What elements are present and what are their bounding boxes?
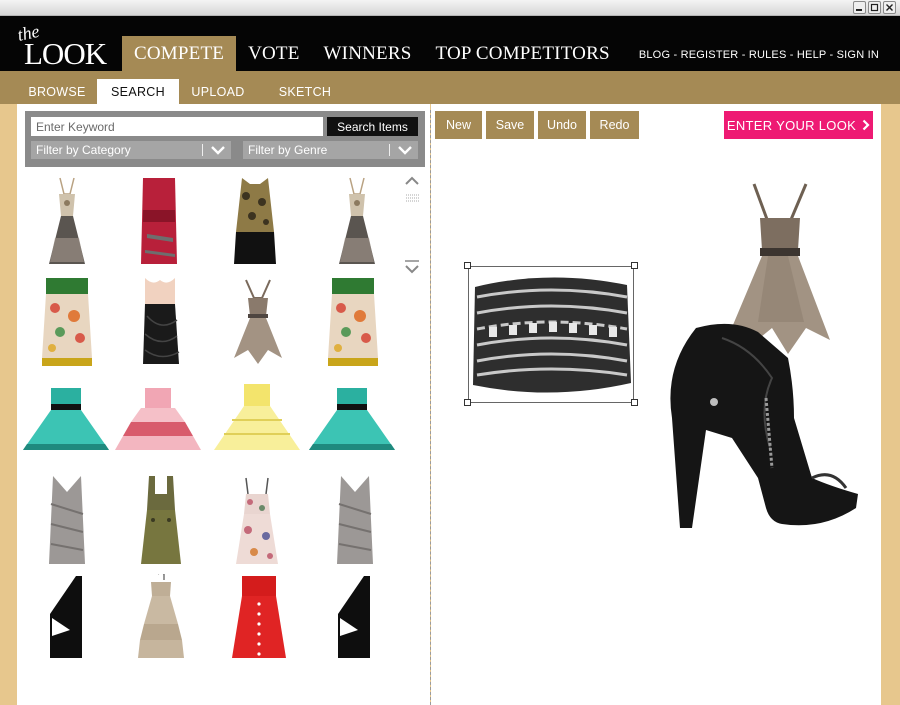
dress-icon — [232, 576, 286, 658]
canvas-item-chain-cuff-bracelet[interactable] — [469, 267, 633, 406]
catalog-item-lace-halter-dress[interactable] — [335, 176, 379, 273]
canvas-item-black-leather-bootie[interactable] — [662, 318, 862, 535]
window-titlebar — [0, 0, 900, 16]
catalog-item-floral-strapless-dress[interactable] — [326, 276, 380, 373]
catalog-item-gold-embellished-dress[interactable] — [232, 176, 278, 273]
nav-compete[interactable]: COMPETE — [122, 36, 237, 71]
scroll-down-icon[interactable] — [404, 259, 420, 275]
category-filter-label: Filter by Category — [36, 143, 131, 157]
boot-icon — [670, 323, 858, 528]
catalog-item-floral-strapless-dress[interactable] — [40, 276, 94, 373]
nav-winners[interactable]: WINNERS — [312, 36, 424, 71]
catalog-item-red-button-dress[interactable] — [228, 574, 290, 665]
search-items-button[interactable]: Search Items — [327, 117, 418, 136]
nav-vote[interactable]: VOTE — [236, 36, 311, 71]
save-button[interactable]: Save — [486, 111, 534, 139]
new-button[interactable]: New — [435, 111, 482, 139]
enter-your-look-label: ENTER YOUR LOOK — [726, 117, 857, 133]
dress-icon — [338, 576, 370, 658]
catalog-item-lace-halter-dress[interactable] — [45, 176, 89, 273]
close-icon[interactable] — [883, 1, 896, 14]
sub-nav: BROWSE SEARCH UPLOAD SKETCH — [0, 71, 900, 104]
link-rules[interactable]: RULES — [749, 49, 787, 61]
logo-big-text: LOOK — [24, 36, 108, 68]
scroll-up-icon[interactable] — [404, 175, 420, 187]
dress-icon — [214, 384, 300, 450]
scroll-handle-icon[interactable] — [405, 193, 421, 203]
maximize-icon[interactable] — [868, 1, 881, 14]
dress-icon — [49, 177, 85, 264]
chevron-down-icon — [211, 146, 225, 155]
dress-icon — [328, 278, 378, 366]
dress-icon — [234, 279, 282, 364]
dress-icon — [236, 477, 278, 564]
catalog-item-floral-sundress[interactable] — [234, 474, 280, 573]
dress-icon — [115, 388, 201, 450]
link-help[interactable]: HELP — [797, 49, 826, 61]
main-nav: COMPETE VOTE WINNERS TOP COMPETITORS — [122, 36, 622, 71]
look-canvas-panel: New Save Undo Redo ENTER YOUR LOOK — [431, 104, 881, 705]
link-separator: - — [786, 49, 797, 61]
dress-icon — [42, 278, 92, 366]
dress-icon — [23, 388, 109, 450]
genre-filter-select[interactable]: Filter by Genre — [243, 141, 418, 159]
dress-icon — [50, 576, 82, 658]
link-register[interactable]: REGISTER — [681, 49, 739, 61]
dress-icon — [143, 278, 180, 364]
link-blog[interactable]: BLOG — [639, 49, 670, 61]
category-filter-select[interactable]: Filter by Category — [31, 141, 231, 159]
catalog-item-beige-tiered-dress[interactable] — [136, 572, 186, 665]
catalog-item-teal-tulle-dress[interactable] — [307, 384, 397, 461]
bracelet-icon — [473, 277, 631, 393]
chevron-right-icon — [862, 119, 870, 131]
catalog-item-red-strapless-dress[interactable] — [137, 176, 181, 273]
keyword-input[interactable] — [31, 117, 323, 136]
dress-icon — [339, 177, 375, 264]
dress-icon — [141, 178, 177, 264]
link-sign-in[interactable]: SIGN IN — [837, 49, 879, 61]
catalog-item-olive-pinafore-dress[interactable] — [139, 474, 183, 573]
enter-your-look-button[interactable]: ENTER YOUR LOOK — [724, 111, 873, 139]
dress-icon — [234, 178, 276, 264]
catalog-item-grey-bandage-dress[interactable] — [333, 474, 377, 573]
catalog-item-grey-bandage-dress[interactable] — [45, 474, 89, 573]
site-logo[interactable]: the LOOK — [16, 21, 116, 71]
catalog-item-ruffled-taupe-dress[interactable] — [230, 276, 284, 373]
redo-button[interactable]: Redo — [590, 111, 639, 139]
dress-icon — [337, 476, 373, 564]
catalog-item-black-cutout-dress[interactable] — [334, 574, 374, 665]
catalog-item-pink-ruffle-dress[interactable] — [113, 384, 203, 461]
tab-upload[interactable]: UPLOAD — [179, 79, 257, 104]
undo-button[interactable]: Undo — [538, 111, 586, 139]
genre-filter-label: Filter by Genre — [248, 143, 328, 157]
site-header: the LOOK COMPETE VOTE WINNERS TOP COMPET… — [0, 16, 900, 71]
item-search-panel: Search Items Filter by Category Filter b… — [17, 104, 430, 705]
dress-icon — [138, 572, 184, 658]
catalog-item-teal-tulle-dress[interactable] — [21, 384, 111, 461]
link-separator: - — [826, 49, 837, 61]
link-separator: - — [738, 49, 749, 61]
catalog-item-yellow-tulle-dress[interactable] — [212, 380, 302, 461]
nav-top-competitors[interactable]: TOP COMPETITORS — [424, 36, 622, 71]
catalog-item-black-draped-dress[interactable] — [139, 276, 181, 373]
dress-icon — [309, 388, 395, 450]
chevron-down-icon — [398, 146, 412, 155]
search-controls: Search Items Filter by Category Filter b… — [25, 111, 425, 167]
link-separator: - — [670, 49, 681, 61]
utility-links: BLOG - REGISTER - RULES - HELP - SIGN IN — [639, 49, 879, 61]
dress-icon — [49, 476, 85, 564]
tab-sketch[interactable]: SKETCH — [257, 79, 353, 104]
minimize-icon[interactable] — [853, 1, 866, 14]
dress-icon — [141, 476, 181, 564]
window-controls — [853, 1, 896, 14]
catalog-item-black-cutout-dress[interactable] — [46, 574, 86, 665]
tab-search[interactable]: SEARCH — [97, 79, 179, 104]
tab-browse[interactable]: BROWSE — [17, 79, 97, 104]
